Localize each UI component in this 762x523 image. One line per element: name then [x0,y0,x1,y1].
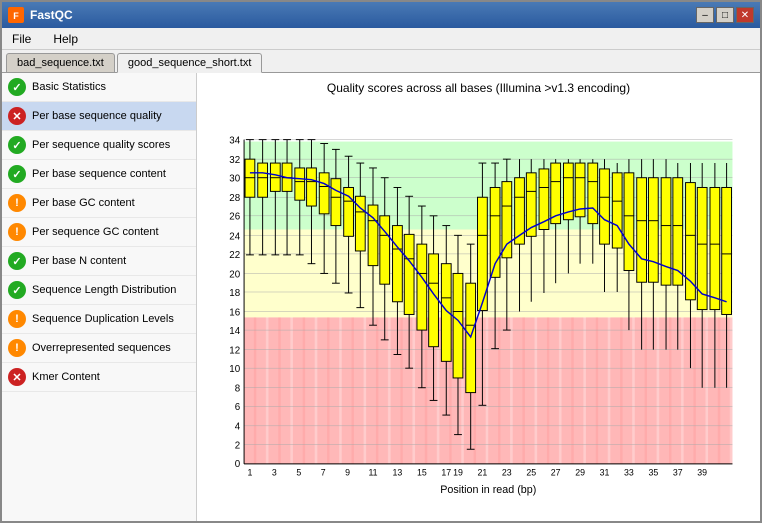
x-tick-15: 15 [417,468,427,478]
tab-bar: bad_sequence.txt good_sequence_short.txt [2,50,760,73]
zone-green [244,142,732,230]
y-axis-labels: 0 2 4 6 8 10 12 14 16 18 20 22 24 26 [229,136,240,470]
sidebar-label-per-base-n: Per base N content [32,255,126,267]
sidebar-label-kmer: Kmer Content [32,371,100,383]
menu-help[interactable]: Help [47,30,84,48]
status-icon-ok-3: ✓ [8,165,26,183]
sidebar-item-per-sequence-quality[interactable]: ✓ Per sequence quality scores [2,131,196,160]
sidebar-item-seq-dup[interactable]: ! Sequence Duplication Levels [2,305,196,334]
sidebar-label-per-base-gc: Per base GC content [32,197,135,209]
y-tick-6: 6 [235,402,240,413]
sidebar-label-per-sequence-quality: Per sequence quality scores [32,139,170,151]
x-tick-1: 1 [247,468,252,478]
y-tick-22: 22 [229,250,240,261]
y-tick-20: 20 [229,269,240,280]
y-tick-26: 26 [229,212,240,223]
sidebar-item-per-base-quality[interactable]: ✕ Per base sequence quality [2,102,196,131]
sidebar-label-per-sequence-gc: Per sequence GC content [32,226,159,238]
content-area: ✓ Basic Statistics ✕ Per base sequence q… [2,73,760,521]
y-tick-34: 34 [229,136,240,147]
sidebar-item-seq-length[interactable]: ✓ Sequence Length Distribution [2,276,196,305]
status-icon-fail-2: ✕ [8,368,26,386]
y-tick-28: 28 [229,193,240,204]
tab-good-sequence[interactable]: good_sequence_short.txt [117,53,263,73]
chart-svg: 0 2 4 6 8 10 12 14 16 18 20 22 24 26 [205,101,752,514]
x-axis-title: Position in read (bp) [440,484,536,496]
status-icon-warn-2: ! [8,223,26,241]
app-title: FastQC [30,8,73,22]
title-bar-left: F FastQC [8,7,73,23]
sidebar-label-basic-statistics: Basic Statistics [32,81,106,93]
x-tick-19: 19 [453,468,463,478]
x-tick-23: 23 [502,468,512,478]
y-tick-12: 12 [229,346,240,357]
status-icon-warn: ! [8,194,26,212]
minimize-button[interactable]: – [696,7,714,23]
title-bar: F FastQC – □ ✕ [2,2,760,28]
y-tick-8: 8 [235,384,240,395]
x-axis-labels: 1 3 5 7 9 11 13 15 17 19 21 23 25 27 [247,468,707,478]
status-icon-ok-2: ✓ [8,136,26,154]
y-tick-32: 32 [229,155,240,166]
x-tick-33: 33 [624,468,634,478]
sidebar-item-kmer[interactable]: ✕ Kmer Content [2,363,196,392]
sidebar-item-per-base-content[interactable]: ✓ Per base sequence content [2,160,196,189]
menu-bar: File Help [2,28,760,50]
status-icon-fail: ✕ [8,107,26,125]
x-tick-7: 7 [321,468,326,478]
x-tick-39: 39 [697,468,707,478]
y-tick-0: 0 [235,459,241,470]
window-controls: – □ ✕ [696,7,754,23]
close-button[interactable]: ✕ [736,7,754,23]
sidebar-label-seq-length: Sequence Length Distribution [32,284,176,296]
y-tick-4: 4 [235,422,241,433]
svg-text:F: F [13,11,19,21]
sidebar-item-per-base-n[interactable]: ✓ Per base N content [2,247,196,276]
y-tick-2: 2 [235,440,240,451]
x-tick-35: 35 [648,468,658,478]
x-tick-13: 13 [393,468,403,478]
x-tick-37: 37 [673,468,683,478]
tab-bad-sequence[interactable]: bad_sequence.txt [6,53,115,72]
y-tick-14: 14 [229,326,240,337]
sidebar-item-per-sequence-gc[interactable]: ! Per sequence GC content [2,218,196,247]
menu-file[interactable]: File [6,30,37,48]
chart-title: Quality scores across all bases (Illumin… [327,81,630,95]
x-tick-11: 11 [368,468,377,478]
sidebar-item-basic-statistics[interactable]: ✓ Basic Statistics [2,73,196,102]
x-tick-29: 29 [575,468,585,478]
x-tick-21: 21 [478,468,488,478]
sidebar-label-per-base-content: Per base sequence content [32,168,166,180]
status-icon-ok-5: ✓ [8,281,26,299]
sidebar-item-per-base-gc[interactable]: ! Per base GC content [2,189,196,218]
x-tick-3: 3 [272,468,277,478]
x-tick-31: 31 [600,468,610,478]
x-tick-5: 5 [296,468,301,478]
y-tick-16: 16 [229,307,240,318]
sidebar-label-seq-dup: Sequence Duplication Levels [32,313,174,325]
x-tick-27: 27 [551,468,561,478]
sidebar-label-per-base-quality: Per base sequence quality [32,110,162,122]
chart-container: 0 2 4 6 8 10 12 14 16 18 20 22 24 26 [205,101,752,514]
status-icon-warn-4: ! [8,339,26,357]
main-chart-area: Quality scores across all bases (Illumin… [197,73,760,521]
x-tick-9: 9 [345,468,350,478]
x-tick-25: 25 [526,468,536,478]
maximize-button[interactable]: □ [716,7,734,23]
y-tick-18: 18 [229,288,240,299]
y-tick-24: 24 [229,231,240,242]
sidebar-item-overrepresented[interactable]: ! Overrepresented sequences [2,334,196,363]
app-icon: F [8,7,24,23]
sidebar-label-overrepresented: Overrepresented sequences [32,342,171,354]
y-tick-30: 30 [229,174,240,185]
app-window: F FastQC – □ ✕ File Help bad_sequence.tx… [0,0,762,523]
sidebar: ✓ Basic Statistics ✕ Per base sequence q… [2,73,197,521]
status-icon-ok-4: ✓ [8,252,26,270]
x-tick-17: 17 [441,468,451,478]
status-icon-warn-3: ! [8,310,26,328]
y-tick-10: 10 [229,364,240,375]
status-icon-ok: ✓ [8,78,26,96]
